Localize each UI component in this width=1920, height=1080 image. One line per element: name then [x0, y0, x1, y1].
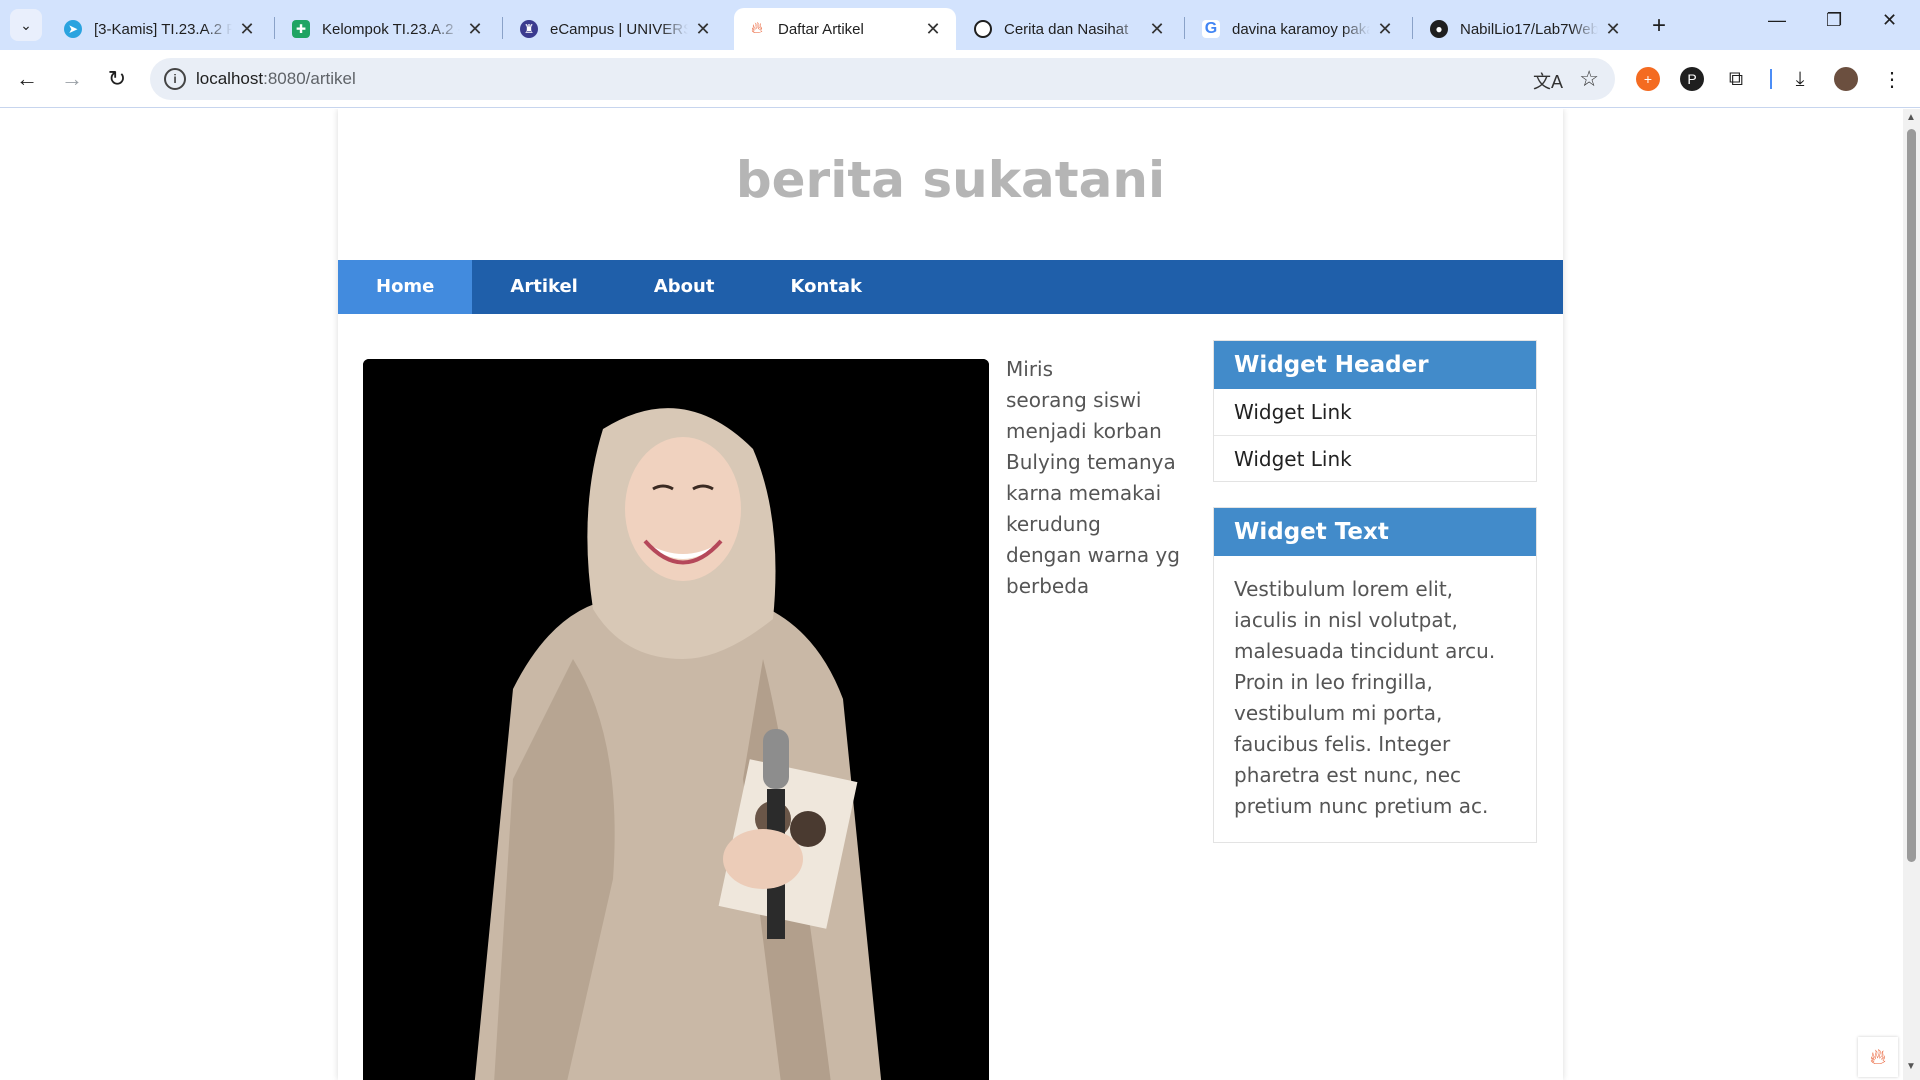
- google-icon: G: [1202, 20, 1220, 38]
- tab-search-button[interactable]: ⌄: [10, 9, 42, 41]
- nav-home[interactable]: Home: [338, 260, 473, 314]
- close-icon[interactable]: ✕: [238, 19, 256, 40]
- download-icon[interactable]: ⤓: [1788, 67, 1812, 91]
- tab-telegram[interactable]: ➤ [3-Kamis] TI.23.A.2 Pe ✕: [50, 8, 270, 50]
- tab-daftar-artikel[interactable]: 🔥︎ Daftar Artikel ✕: [734, 8, 956, 50]
- tab-separator: [1412, 17, 1413, 39]
- extension-p-icon[interactable]: P: [1680, 67, 1704, 91]
- github-icon: ●: [1430, 20, 1448, 38]
- sheets-icon: ✚: [292, 20, 310, 38]
- bookmark-star-icon[interactable]: ☆: [1579, 66, 1599, 92]
- widget-header: Widget Header: [1214, 341, 1536, 389]
- browser-toolbar: ← → ↻ i localhost:8080/artikel 文A ☆ + P …: [0, 50, 1920, 108]
- tab-sheets[interactable]: ✚ Kelompok TI.23.A.2 - ✕: [278, 8, 498, 50]
- page-viewport: berita sukatani Home Artikel About Konta…: [0, 109, 1903, 1080]
- reload-icon: ↻: [107, 66, 127, 91]
- article-lead: Miris: [1006, 357, 1054, 381]
- site-container: berita sukatani Home Artikel About Konta…: [338, 109, 1563, 1080]
- address-bar[interactable]: i localhost:8080/artikel 文A ☆: [150, 58, 1615, 100]
- tab-google[interactable]: G davina karamoy paka ✕: [1188, 8, 1408, 50]
- close-icon[interactable]: ✕: [1604, 19, 1622, 40]
- tab-separator: [1184, 17, 1185, 39]
- telegram-icon: ➤: [64, 20, 82, 38]
- profile-avatar[interactable]: [1834, 67, 1858, 91]
- close-icon[interactable]: ✕: [924, 19, 942, 40]
- campus-icon: ♜: [520, 20, 538, 38]
- back-button[interactable]: ←: [12, 64, 42, 94]
- site-info-icon[interactable]: i: [164, 68, 186, 90]
- close-icon[interactable]: ✕: [694, 19, 712, 40]
- forward-button[interactable]: →: [57, 64, 87, 94]
- scroll-up-icon[interactable]: ▲: [1906, 112, 1916, 123]
- debug-toolbar-flame-icon[interactable]: 🔥︎: [1858, 1037, 1898, 1077]
- widget-text-header: Widget Text: [1214, 508, 1536, 556]
- widget-text-body: Vestibulum lorem elit, iaculis in nisl v…: [1234, 577, 1496, 818]
- main-nav: Home Artikel About Kontak: [338, 260, 1563, 314]
- close-icon[interactable]: ✕: [1376, 19, 1394, 40]
- tab-chatgpt[interactable]: Cerita dan Nasihat ✕: [960, 8, 1180, 50]
- site-title: berita sukatani: [735, 151, 1166, 209]
- nav-kontak[interactable]: Kontak: [752, 260, 900, 314]
- chatgpt-icon: [974, 20, 992, 38]
- arrow-left-icon: ←: [16, 66, 38, 91]
- close-icon[interactable]: ✕: [466, 19, 484, 40]
- article-excerpt: Miris seorang siswi menjadi korban Bulyi…: [1006, 354, 1181, 602]
- tab-ecampus[interactable]: ♜ eCampus | UNIVERSI ✕: [506, 8, 726, 50]
- scroll-down-icon[interactable]: ▼: [1906, 1061, 1916, 1072]
- article-image: [363, 359, 989, 1080]
- close-icon[interactable]: ✕: [1148, 19, 1166, 40]
- tab-bar: ⌄ ➤ [3-Kamis] TI.23.A.2 Pe ✕ ✚ Kelompok …: [0, 0, 1920, 50]
- toolbar-divider: [1770, 69, 1772, 89]
- widget-link[interactable]: Widget Link: [1214, 389, 1536, 435]
- page-scrollbar[interactable]: ▲ ▼: [1903, 109, 1920, 1080]
- chevron-down-icon: ⌄: [20, 16, 32, 33]
- nav-artikel[interactable]: Artikel: [472, 260, 615, 314]
- scroll-thumb[interactable]: [1907, 129, 1916, 862]
- nav-about[interactable]: About: [616, 260, 753, 314]
- tab-separator: [502, 17, 503, 39]
- flame-icon: 🔥︎: [751, 20, 763, 37]
- tab-github[interactable]: ● NabilLio17/Lab7Web ✕: [1416, 8, 1636, 50]
- minimize-button[interactable]: —: [1768, 10, 1786, 31]
- arrow-right-icon: →: [61, 66, 83, 91]
- widget-links: Widget Header Widget Link Widget Link: [1213, 340, 1537, 482]
- extensions-puzzle-icon[interactable]: ⧉: [1724, 67, 1748, 91]
- new-tab-button[interactable]: +: [1652, 12, 1666, 40]
- widget-link[interactable]: Widget Link: [1214, 435, 1536, 481]
- widget-text: Widget Text Vestibulum lorem elit, iacul…: [1213, 507, 1537, 843]
- translate-icon[interactable]: 文A: [1533, 68, 1563, 94]
- menu-kebab-icon[interactable]: ⋮: [1880, 67, 1904, 91]
- extension-plus-icon[interactable]: +: [1636, 67, 1660, 91]
- url-text[interactable]: localhost:8080/artikel: [196, 69, 356, 89]
- article-body: seorang siswi menjadi korban Bulying tem…: [1006, 388, 1180, 598]
- tab-separator: [274, 17, 275, 39]
- reload-button[interactable]: ↻: [102, 64, 132, 94]
- restore-button[interactable]: ❐: [1826, 10, 1842, 31]
- close-window-button[interactable]: ✕: [1882, 10, 1897, 31]
